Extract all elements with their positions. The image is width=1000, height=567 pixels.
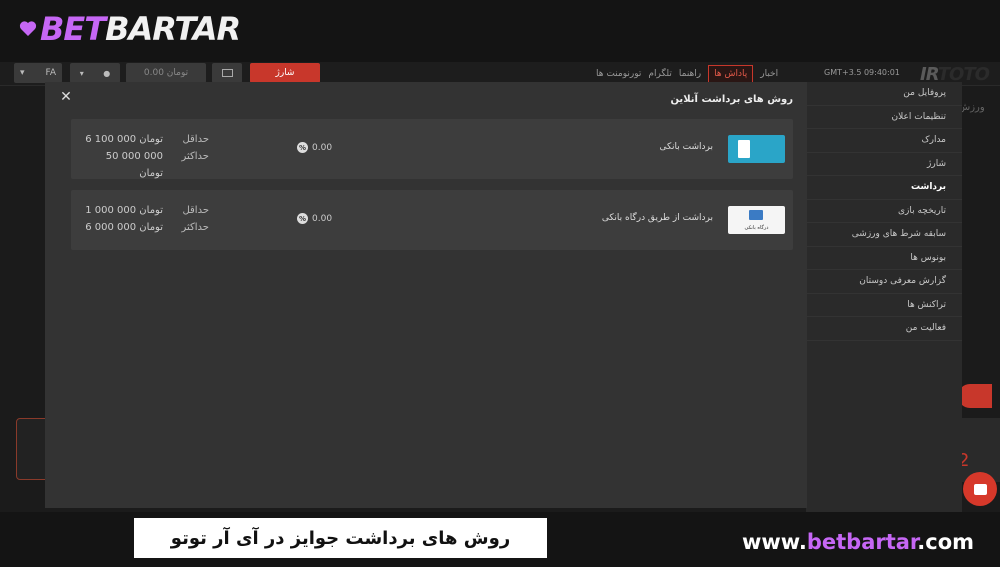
- min-amount: 1 000 000 تومان: [85, 205, 163, 216]
- charge-button[interactable]: شارژ: [250, 63, 320, 83]
- bank-gateway-icon: درگاه بانکی: [728, 206, 785, 234]
- menu-item-bonuses[interactable]: بونوس ها: [806, 247, 962, 270]
- gateway-thumb-label: درگاه بانکی: [744, 225, 769, 231]
- fee-percent: % 0.00: [297, 142, 332, 153]
- max-amount: 50 000 000 تومان: [105, 151, 163, 179]
- menu-item-referrals[interactable]: گزارش معرفی دوستان: [806, 270, 962, 294]
- mail-icon: [221, 69, 233, 77]
- chat-button[interactable]: [963, 472, 997, 506]
- account-side-menu: پروفایل من تنظیمات اعلان مدارک شارژ بردا…: [806, 82, 962, 520]
- fee-value: 0.00: [312, 213, 333, 224]
- language-select[interactable]: ▾ FA: [14, 63, 62, 83]
- site-url: www.betbartar.com: [742, 530, 975, 554]
- percent-icon: %: [297, 142, 308, 153]
- brand-bar: BET BARTAR: [0, 0, 1000, 62]
- messages-button[interactable]: [212, 63, 242, 83]
- brand-bet: BET: [40, 10, 106, 48]
- percent-icon: %: [297, 213, 308, 224]
- menu-item-withdraw[interactable]: برداشت: [806, 176, 962, 200]
- nav-telegram[interactable]: تلگرام: [648, 69, 672, 79]
- menu-item-bet-history[interactable]: سابقه شرط های ورزشی: [806, 223, 962, 247]
- bank-card-icon: [728, 135, 785, 163]
- betbartar-logo: BET BARTAR: [18, 10, 241, 48]
- brand-bartar: BARTAR: [105, 10, 241, 48]
- balance-display: 0.00 تومان: [126, 63, 206, 83]
- limits: 1 000 000 تومان حداقل 6 000 000 تومان حد…: [83, 202, 209, 236]
- clock: GMT+3.5 09:40:01: [824, 68, 900, 77]
- menu-item-deposit[interactable]: شارژ: [806, 153, 962, 176]
- chevron-down-icon: ▾: [20, 68, 25, 78]
- heart-icon: [19, 21, 37, 36]
- background-pill: [958, 384, 992, 408]
- nav-bonuses[interactable]: پاداش ها: [708, 65, 754, 83]
- language-value: FA: [45, 68, 56, 78]
- close-icon[interactable]: ✕: [59, 90, 73, 104]
- chat-icon: [973, 483, 987, 495]
- menu-item-profile[interactable]: پروفایل من: [806, 82, 962, 106]
- min-label: حداقل: [182, 205, 209, 216]
- nav-guide[interactable]: راهنما: [679, 69, 701, 79]
- caption-text: روش های برداشت جوایز در آی آر توتو: [170, 527, 511, 549]
- limits: 6 100 000 تومان حداقل 50 000 000 تومان ح…: [83, 131, 209, 182]
- min-label: حداقل: [182, 134, 209, 145]
- max-amount: 6 000 000 تومان: [85, 222, 163, 233]
- method-row-gateway[interactable]: درگاه بانکی برداشت از طریق درگاه بانکی %…: [71, 190, 793, 250]
- method-name: برداشت بانکی: [659, 142, 713, 152]
- modal-title: روش های برداشت آنلاین: [670, 94, 793, 105]
- fee-value: 0.00: [312, 142, 333, 153]
- menu-item-transactions[interactable]: تراکنش ها: [806, 294, 962, 317]
- nav-news[interactable]: اخبار: [760, 69, 778, 79]
- min-amount: 6 100 000 تومان: [85, 134, 163, 145]
- menu-item-activity[interactable]: فعالیت من: [806, 317, 962, 341]
- menu-item-game-history[interactable]: تاریخچه بازی: [806, 200, 962, 223]
- caption-box: روش های برداشت جوایز در آی آر توتو: [134, 518, 547, 558]
- max-label: حداکثر: [181, 222, 209, 233]
- menu-item-documents[interactable]: مدارک: [806, 129, 962, 153]
- background-sports-label: ورزش: [958, 102, 985, 113]
- method-row-bank[interactable]: برداشت بانکی % 0.00 6 100 000 تومان حداق…: [71, 119, 793, 179]
- max-label: حداکثر: [181, 151, 209, 162]
- method-name: برداشت از طریق درگاه بانکی: [601, 213, 713, 223]
- balance-value: 0.00 تومان: [143, 68, 189, 78]
- withdraw-methods-modal: ✕ روش های برداشت آنلاین برداشت بانکی % 0…: [45, 82, 807, 508]
- fee-percent: % 0.00: [297, 213, 332, 224]
- menu-item-notifications[interactable]: تنظیمات اعلان: [806, 106, 962, 129]
- user-icon: ●: [103, 68, 111, 78]
- user-menu[interactable]: ▾ ●: [70, 63, 120, 83]
- chevron-down-icon: ▾: [79, 68, 84, 78]
- nav-tournaments[interactable]: تورنومنت ها: [596, 69, 641, 79]
